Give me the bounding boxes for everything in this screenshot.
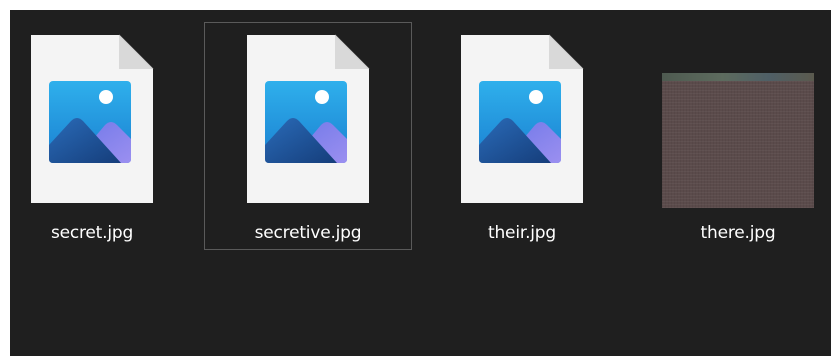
file-name-label: secret.jpg (50, 223, 134, 243)
image-file-icon (243, 33, 373, 207)
file-item-their[interactable]: their.jpg (418, 22, 626, 250)
file-name-label: secretive.jpg (254, 223, 362, 243)
file-name-label: there.jpg (700, 223, 776, 243)
file-item-secret[interactable]: secret.jpg (0, 22, 196, 250)
file-item-secretive[interactable]: secretive.jpg (204, 22, 412, 250)
image-file-icon (457, 33, 587, 207)
file-item-there[interactable]: there.jpg (634, 22, 831, 250)
thumbnail-detail (662, 73, 814, 81)
file-explorer-view: secret.jpg secretive.jpg their.jpg there… (10, 10, 831, 356)
file-name-label: their.jpg (488, 223, 556, 243)
image-thumbnail (662, 73, 814, 208)
image-file-icon (27, 33, 157, 207)
